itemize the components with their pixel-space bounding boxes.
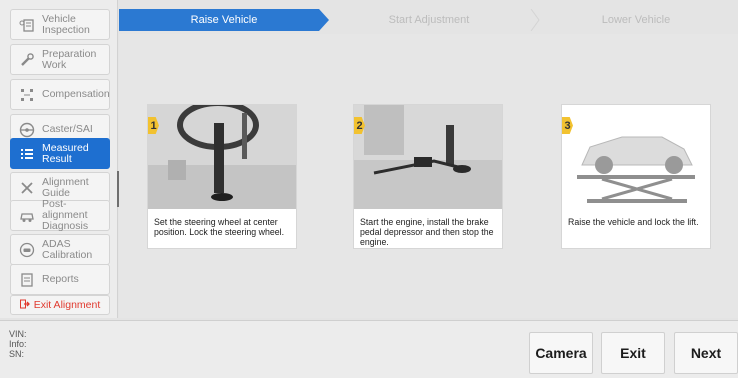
sidebar-item-post-alignment-diagnosis[interactable]: Post-alignment Diagnosis	[10, 198, 110, 232]
sidebar-item-measured-result[interactable]: Measured Result	[10, 138, 110, 169]
card-caption: Set the steering wheel at center positio…	[154, 217, 285, 237]
sidebar-item-label: Post-alignment Diagnosis	[42, 198, 89, 232]
step-label: Start Adjustment	[388, 14, 470, 26]
sidebar-item-label: Alignment Guide	[42, 175, 89, 199]
exit-alignment-label: Exit Alignment	[33, 299, 101, 311]
vehicle-lift-image	[562, 105, 710, 209]
sidebar-item-label: Vehicle Inspection	[42, 12, 90, 36]
vehicle-inspection-icon	[18, 16, 36, 34]
next-button[interactable]: Next	[674, 332, 738, 374]
sidebar-item-label: Compensation	[42, 88, 110, 100]
sidebar-item-reports[interactable]: Reports	[10, 264, 110, 295]
sidebar-item-vehicle-inspection[interactable]: Vehicle Inspection	[10, 9, 110, 40]
sidebar-item-preparation-work[interactable]: Preparation Work	[10, 44, 110, 75]
step-label: Lower Vehicle	[601, 14, 671, 26]
sidebar: Vehicle Inspection Preparation Work Comp…	[0, 0, 118, 318]
step-progress-bar: Raise Vehicle Start Adjustment Lower Veh…	[119, 9, 738, 31]
list-icon	[18, 145, 36, 163]
adas-icon	[18, 241, 36, 259]
camera-button[interactable]: Camera	[529, 332, 593, 374]
card-caption: Start the engine, install the brake peda…	[360, 217, 494, 247]
sidebar-item-label: Reports	[42, 273, 79, 285]
sidebar-item-label: Caster/SAI	[42, 123, 93, 135]
vehicle-info: VIN: Info: SN:	[9, 329, 27, 359]
info-label: Info:	[9, 339, 27, 349]
steering-wheel-icon	[18, 121, 36, 139]
step-start-adjustment: Start Adjustment	[324, 9, 534, 31]
main-content: 1 Set the steering wheel at center posit…	[119, 34, 738, 318]
exit-button[interactable]: Exit	[601, 332, 665, 374]
wrench-icon	[18, 51, 36, 69]
report-icon	[18, 271, 36, 289]
sn-label: SN:	[9, 349, 25, 359]
brake-depressor-image	[354, 105, 502, 209]
steering-lock-image	[148, 105, 296, 209]
sidebar-item-adas-calibration[interactable]: ADAS Calibration	[10, 234, 110, 265]
car-icon	[18, 207, 36, 225]
sidebar-item-label: ADAS Calibration	[42, 237, 93, 261]
exit-icon	[19, 296, 30, 314]
instruction-card-2: 2 Start the engine, install the brake pe…	[353, 104, 503, 249]
tools-icon	[18, 179, 36, 197]
instruction-card-3: 3 Raise the vehicle and lock the lift.	[561, 104, 711, 249]
compensation-icon	[18, 86, 36, 104]
sidebar-item-label: Measured Result	[42, 141, 89, 165]
card-caption: Raise the vehicle and lock the lift.	[568, 217, 699, 227]
sidebar-item-label: Preparation Work	[42, 47, 97, 71]
step-label: Raise Vehicle	[190, 14, 258, 26]
vin-label: VIN:	[9, 329, 27, 339]
instruction-card-1: 1 Set the steering wheel at center posit…	[147, 104, 297, 249]
step-lower-vehicle: Lower Vehicle	[534, 9, 738, 31]
sidebar-item-compensation[interactable]: Compensation	[10, 79, 110, 110]
exit-alignment-button[interactable]: Exit Alignment	[10, 295, 110, 315]
step-raise-vehicle: Raise Vehicle	[119, 9, 329, 31]
